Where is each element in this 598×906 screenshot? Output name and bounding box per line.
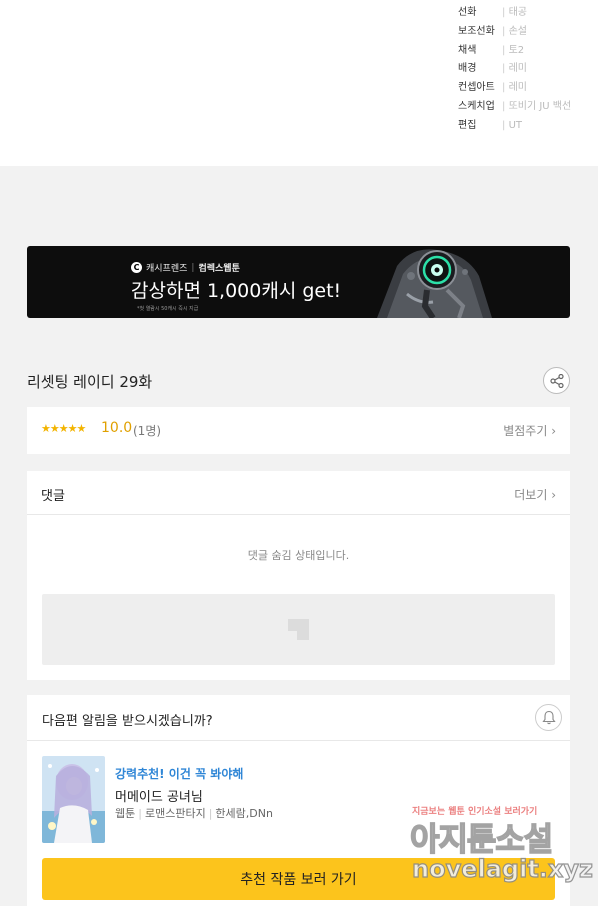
credit-role: 선화	[458, 7, 477, 18]
recommendation-authors: 한세람,DNn	[215, 807, 273, 820]
credit-row: 편집 UT	[458, 117, 571, 136]
credit-role: 채색	[458, 44, 477, 56]
credit-name: 토2	[502, 42, 525, 61]
cashfriends-logo-icon: C	[131, 262, 142, 273]
share-icon	[549, 373, 564, 388]
comment-input-box[interactable]	[42, 594, 555, 665]
share-button[interactable]	[543, 367, 570, 394]
notify-card: 다음편 알림을 받으시겠습니까? 강력추천! 이건 꼭 봐야해 머메이드 공녀님…	[27, 695, 570, 906]
credits-list: 선화 태공 보조선화 손설 채색 토2 배경 레미 컨셉아트 레미 스케치업 또…	[458, 4, 571, 136]
episode-title-row: 리셋팅 레이디 29화	[27, 366, 570, 396]
credit-role: 배경	[458, 63, 477, 75]
recommendation-genre: 로맨스판타지	[144, 807, 206, 820]
notify-header: 다음편 알림을 받으시겠습니까?	[27, 695, 570, 741]
bell-icon	[541, 710, 556, 725]
credit-row: 선화 태공	[458, 4, 571, 23]
rating-score: 10.0	[101, 420, 133, 436]
recommendation-meta: 웹툰 | 로맨스판타지 | 한세람,DNn	[115, 807, 273, 820]
credit-name: 레미	[502, 79, 527, 98]
recommendation-item[interactable]: 강력추천! 이건 꼭 봐야해 머메이드 공녀님 웹툰 | 로맨스판타지 | 한세람,DN…	[42, 756, 555, 844]
credit-role: 컨셉아트	[458, 82, 495, 94]
episode-title: 리셋팅 레이디 29화	[27, 373, 153, 391]
notify-bell-button[interactable]	[535, 704, 562, 731]
rating-count: (1명)	[133, 424, 162, 438]
credit-name: 손설	[502, 23, 527, 42]
notify-question: 다음편 알림을 받으시겠습니까?	[42, 714, 213, 729]
rating-card: ★★★★★ 10.0 (1명) 별점주기 ›	[27, 407, 570, 454]
credit-row: 배경 레미	[458, 60, 571, 79]
banner-brand: C 캐시프렌즈 | 컴렉스웹툰	[131, 261, 240, 274]
comment-hidden-message: 댓글 숨김 상태입니다.	[247, 549, 350, 562]
credit-name: UT	[502, 117, 522, 136]
credit-name: 태공	[502, 4, 527, 23]
comment-more-link[interactable]: 더보기 ›	[514, 486, 556, 503]
robot-eye-illustration-icon	[367, 246, 497, 318]
image-placeholder-icon	[288, 619, 309, 640]
banner-headline: 감상하면 1,000캐시 get!	[131, 280, 342, 302]
banner-brand-name: 캐시프렌즈	[146, 264, 188, 274]
comment-header: 댓글 더보기 ›	[27, 471, 570, 515]
banner-fine-print: *첫 열람시 50캐시 즉시 지급	[137, 306, 199, 312]
promo-banner[interactable]: C 캐시프렌즈 | 컴렉스웹툰 감상하면 1,000캐시 get! *첫 열람시…	[27, 246, 570, 318]
credit-name: 또비기 JU 백선	[502, 98, 572, 117]
recommendation-title[interactable]: 머메이드 공녀님	[115, 786, 203, 805]
credit-row: 보조선화 손설	[458, 23, 571, 42]
credit-role: 편집	[458, 119, 477, 131]
credit-role: 보조선화	[458, 25, 495, 37]
rate-button[interactable]: 별점주기 ›	[503, 422, 556, 439]
credit-row: 채색 토2	[458, 42, 571, 61]
recommendation-tag: 강력추천! 이건 꼭 봐야해	[115, 767, 244, 781]
credit-name: 레미	[502, 60, 527, 79]
rating-stars: ★★★★★	[41, 422, 86, 435]
credits-section: 선화 태공 보조선화 손설 채색 토2 배경 레미 컨셉아트 레미 스케치업 또…	[0, 0, 598, 166]
comment-label: 댓글	[41, 489, 65, 504]
banner-brand-separator: |	[191, 262, 195, 273]
recommendation-thumbnail[interactable]	[42, 756, 105, 843]
comment-card: 댓글 더보기 › 댓글 숨김 상태입니다.	[27, 471, 570, 680]
credit-row: 스케치업 또비기 JU 백선	[458, 98, 571, 117]
view-recommendations-button[interactable]: 추천 작품 보러 가기	[42, 858, 555, 900]
credit-role: 스케치업	[458, 100, 495, 112]
recommendation-category: 웹툰	[115, 807, 136, 820]
credit-row: 컨셉아트 레미	[458, 79, 571, 98]
banner-brand-partner: 컴렉스웹툰	[198, 264, 240, 274]
